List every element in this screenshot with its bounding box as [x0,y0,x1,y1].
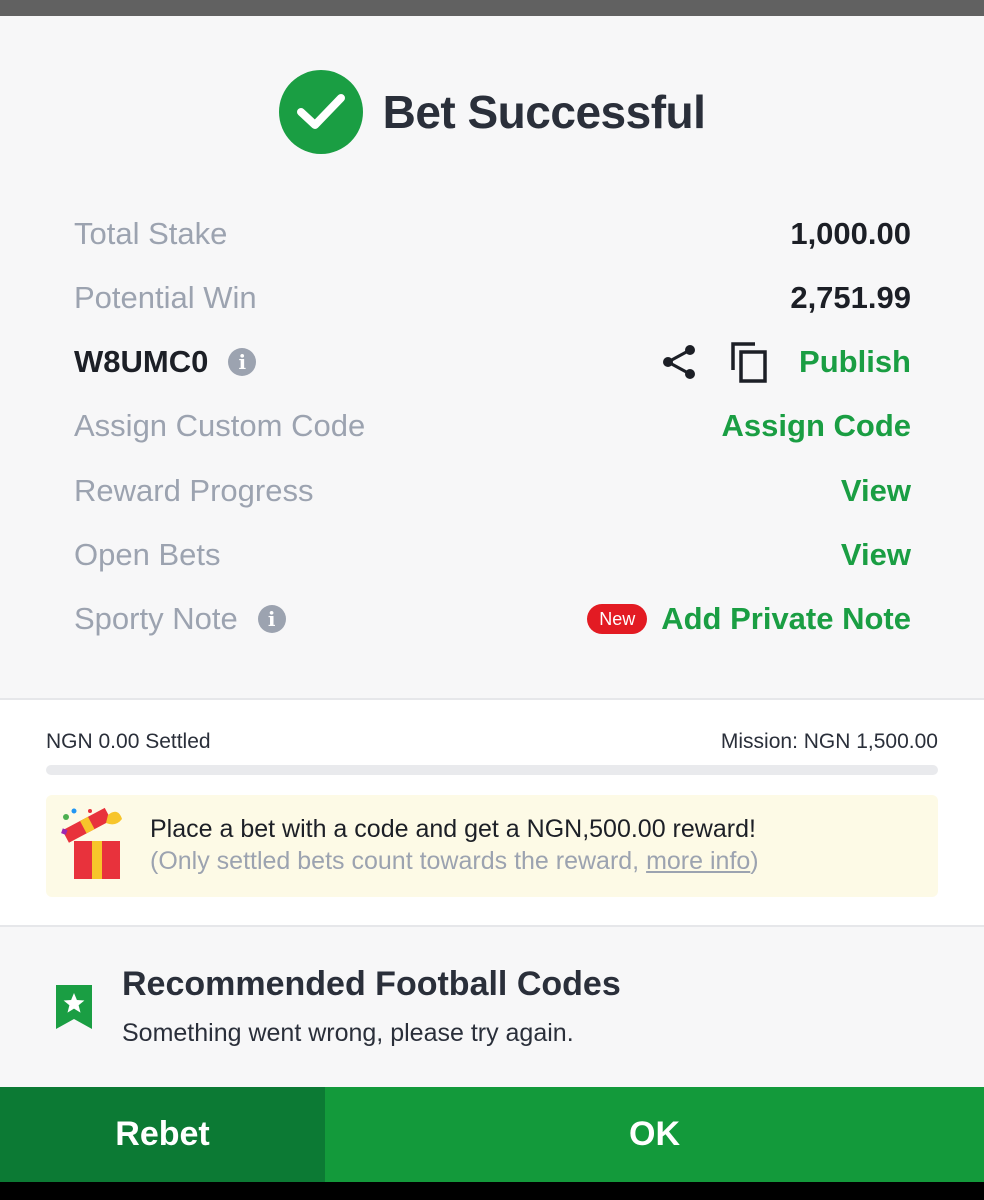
ok-button[interactable]: OK [325,1087,984,1182]
recommended-title: Recommended Football Codes [122,965,621,1003]
mission-target: Mission: NGN 1,500.00 [720,730,938,753]
settled-amount: NGN 0.00 Settled [46,730,211,753]
potential-win-label: Potential Win [74,280,257,315]
mission-progress-bar [46,765,938,775]
open-bets-label: Open Bets [74,537,221,572]
promo-sub-text: (Only settled bets count towards the rew… [150,847,759,876]
info-icon[interactable]: i [257,605,286,633]
bookmark-star-icon [56,985,92,1029]
copy-icon[interactable] [729,340,769,384]
share-icon[interactable] [659,342,699,382]
booking-code-actions: Publish [659,340,911,384]
booking-code-wrap: W8UMC0 i [74,344,257,380]
total-stake-value: 1,000.00 [790,216,911,251]
promo-main-text: Place a bet with a code and get a NGN,50… [150,815,756,843]
navigation-bar [0,1182,984,1200]
potential-win-value: 2,751.99 [790,280,911,315]
mission-section: NGN 0.00 Settled Mission: NGN 1,500.00 P… [0,700,984,925]
reward-progress-row: Reward Progress View [74,459,911,523]
check-circle-icon [278,70,363,154]
reward-progress-view-link[interactable]: View [841,473,911,509]
success-header: Bet Successful [0,70,984,154]
publish-link[interactable]: Publish [799,344,911,380]
new-badge: New [587,604,648,634]
page-title: Bet Successful [382,86,706,138]
assign-custom-code-label: Assign Custom Code [74,408,366,443]
mission-progress-labels: NGN 0.00 Settled Mission: NGN 1,500.00 [46,730,938,754]
rebet-button[interactable]: Rebet [0,1087,325,1182]
info-icon[interactable]: i [228,348,257,376]
add-private-note-link[interactable]: Add Private Note [661,601,911,637]
booking-code-row: W8UMC0 i Publish [74,330,911,394]
sporty-note-label: Sporty Note [74,601,238,636]
gift-icon [61,807,122,879]
open-bets-view-link[interactable]: View [841,537,911,573]
reward-promo-banner: Place a bet with a code and get a NGN,50… [46,795,938,897]
potential-win-row: Potential Win 2,751.99 [74,266,911,330]
sporty-note-actions: New Add Private Note [587,601,911,637]
sporty-note-wrap: Sporty Note i [74,601,286,637]
reward-progress-label: Reward Progress [74,473,314,508]
promo-sub-suffix: ) [750,847,759,875]
recommended-error-message: Something went wrong, please try again. [122,1019,574,1047]
more-info-link[interactable]: more info [646,847,750,875]
status-bar [0,0,984,16]
assign-custom-code-row: Assign Custom Code Assign Code [74,394,911,458]
open-bets-row: Open Bets View [74,523,911,587]
total-stake-row: Total Stake 1,000.00 [74,202,911,266]
booking-code: W8UMC0 [74,344,209,379]
total-stake-label: Total Stake [74,216,228,251]
sporty-note-row: Sporty Note i New Add Private Note [74,587,911,651]
promo-sub-prefix: (Only settled bets count towards the rew… [150,847,647,875]
recommended-codes-section: Recommended Football Codes Something wen… [0,927,984,1087]
assign-code-link[interactable]: Assign Code [722,408,911,444]
